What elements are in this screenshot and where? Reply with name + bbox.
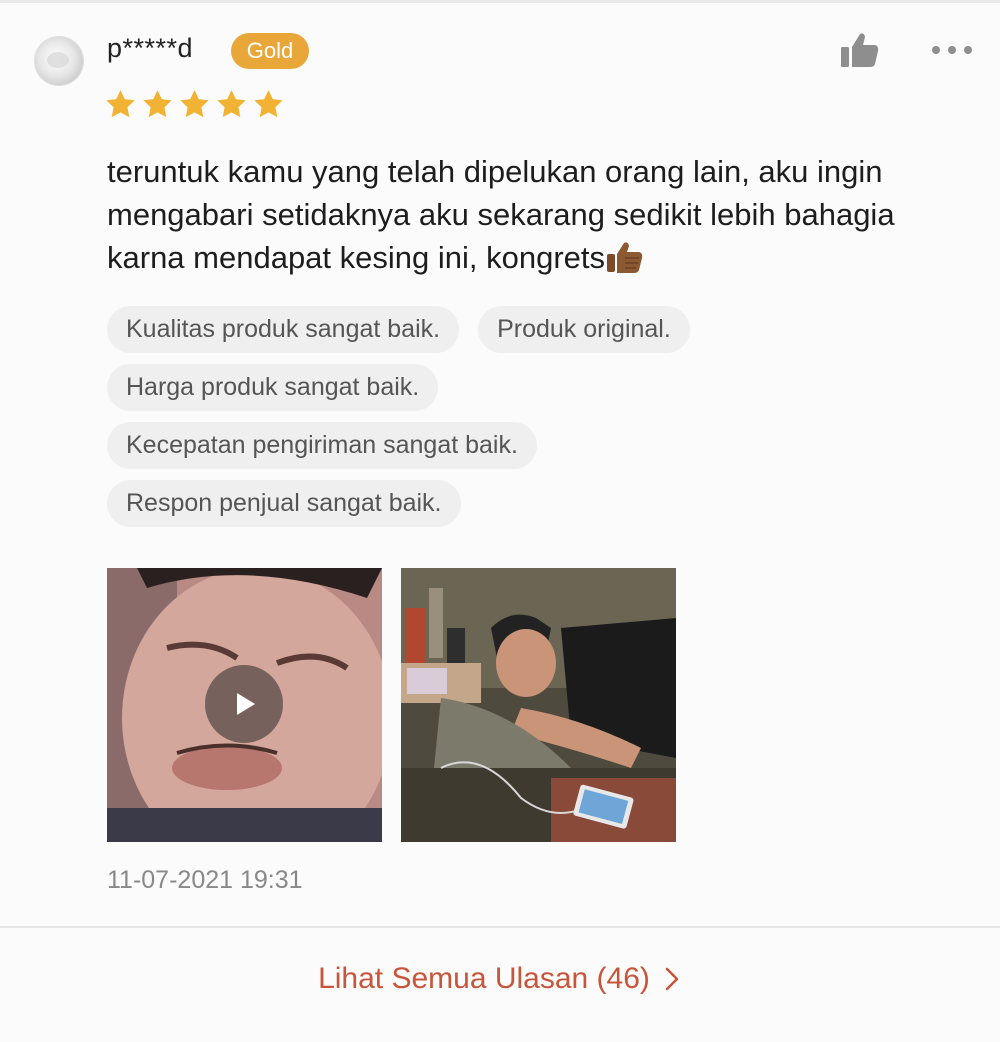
review-photo-thumbnail[interactable] (401, 568, 676, 842)
thumbs-up-icon[interactable] (838, 30, 882, 70)
tag-chip[interactable]: Respon penjual sangat baik. (107, 480, 461, 527)
user-avatar[interactable] (34, 36, 84, 86)
review-timestamp: 11-07-2021 19:31 (107, 866, 303, 894)
star-icon (143, 90, 172, 118)
tag-chip[interactable]: Produk original. (478, 306, 690, 353)
tag-chip[interactable]: Harga produk sangat baik. (107, 364, 439, 411)
star-icon (217, 90, 246, 118)
section-divider (0, 926, 1000, 928)
review-text: teruntuk kamu yang telah dipelukan orang… (107, 150, 967, 285)
star-icon (106, 90, 135, 118)
member-badge: Gold (231, 33, 309, 69)
play-icon[interactable] (205, 665, 283, 743)
see-all-label: Lihat Semua Ulasan (46) (318, 962, 650, 995)
thumbs-up-emoji (605, 240, 645, 285)
see-all-reviews-link[interactable]: Lihat Semua Ulasan (46) (0, 962, 1000, 996)
tag-chip[interactable]: Kecepatan pengiriman sangat baik. (107, 422, 537, 469)
tag-chip[interactable]: Kualitas produk sangat baik. (107, 306, 460, 353)
star-icon (254, 90, 283, 118)
top-divider (0, 0, 1000, 3)
reviewer-username[interactable]: p*****d (107, 33, 193, 64)
star-icon (180, 90, 209, 118)
more-options-icon[interactable] (928, 36, 976, 64)
star-rating (104, 88, 285, 121)
review-body: teruntuk kamu yang telah dipelukan orang… (107, 154, 895, 275)
chevron-right-icon (665, 967, 679, 991)
review-video-thumbnail[interactable] (107, 568, 382, 842)
review-tags: Kualitas produk sangat baik. Produk orig… (107, 306, 847, 538)
